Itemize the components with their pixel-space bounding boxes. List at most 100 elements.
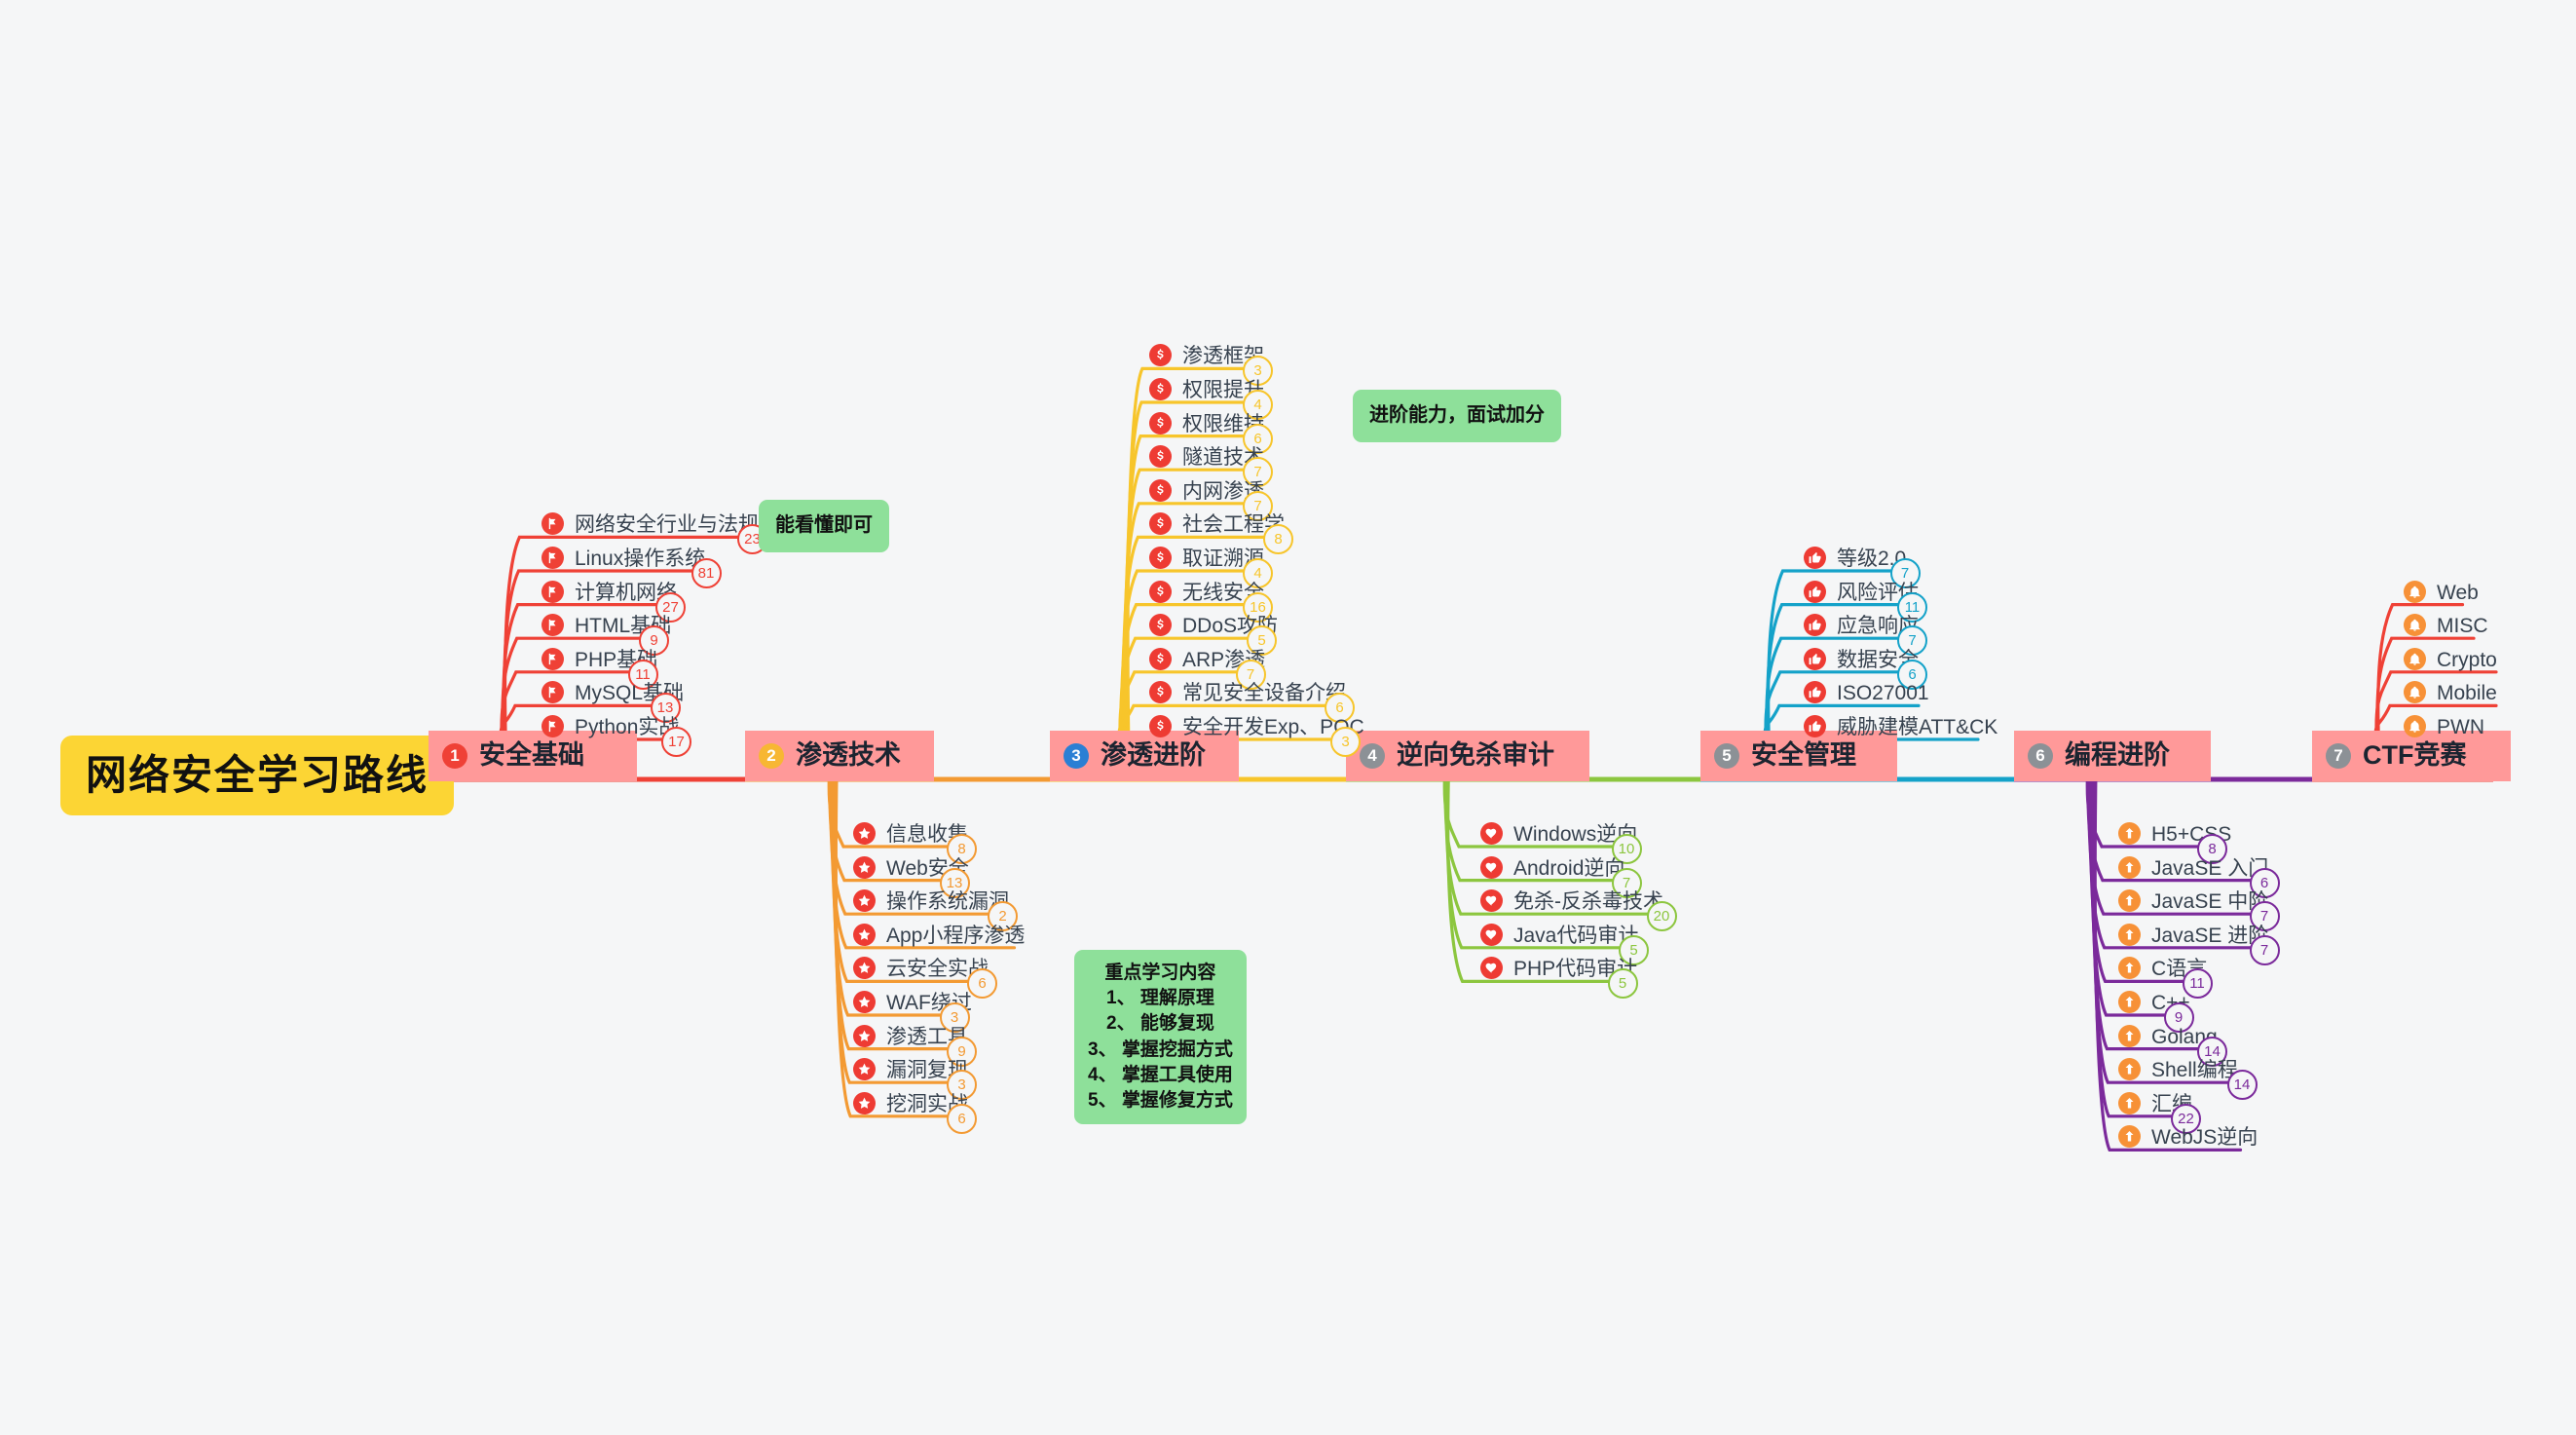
leaf-count-badge: 3: [1330, 727, 1361, 757]
bell-icon: [2404, 580, 2426, 603]
bell-icon: [2404, 715, 2426, 737]
leaf-node[interactable]: JavaSE 进阶: [2118, 923, 2268, 946]
arrow-up-icon: [2118, 991, 2141, 1013]
leaf-node[interactable]: JavaSE 入门: [2118, 855, 2268, 879]
bell-icon: [2404, 681, 2426, 704]
branch-number-badge: 3: [1064, 742, 1089, 769]
sticky-note[interactable]: 进阶能力，面试加分: [1353, 390, 1561, 442]
branch-label: 渗透进阶: [1101, 740, 1206, 770]
star-icon: [853, 991, 876, 1013]
leaf-node[interactable]: Web: [2404, 580, 2479, 603]
arrow-up-icon: [2118, 1024, 2141, 1047]
arrow-up-icon: [2118, 822, 2141, 845]
heart-icon: [1480, 855, 1503, 879]
leaf-node[interactable]: JavaSE 中阶: [2118, 889, 2268, 913]
branch-label: 渗透技术: [796, 740, 901, 770]
leaf-label: Mobile: [2437, 682, 2497, 705]
flag-icon: [541, 715, 564, 737]
root-node[interactable]: 网络安全学习路线: [60, 736, 455, 816]
leaf-node[interactable]: 操作系统漏洞: [853, 889, 1009, 913]
leaf-node[interactable]: 威胁建模ATT&CK: [1804, 715, 1997, 737]
leaf-node[interactable]: Linux操作系统: [541, 547, 705, 569]
sticky-note[interactable]: 能看懂即可: [759, 500, 889, 552]
flag-icon: [541, 512, 564, 536]
leaf-count-badge: 7: [2249, 934, 2280, 965]
flag-icon: [541, 614, 564, 637]
branch-label: CTF竞赛: [2363, 740, 2467, 770]
branch-node-4[interactable]: 4 逆向免杀审计: [1346, 731, 1589, 781]
flag-icon: [541, 547, 564, 569]
bell-icon: [2404, 647, 2426, 670]
leaf-node[interactable]: 免杀-反杀毒技术: [1480, 889, 1663, 914]
dollar-icon: [1149, 445, 1172, 469]
star-icon: [853, 923, 876, 946]
leaf-count-badge: 14: [2226, 1070, 2258, 1101]
leaf-label: 免杀-反杀毒技术: [1513, 890, 1663, 914]
leaf-label: PWN: [2437, 716, 2484, 738]
leaf-count-badge: 6: [947, 1103, 977, 1134]
leaf-node[interactable]: WebJS逆向: [2118, 1125, 2259, 1150]
leaf-node[interactable]: PWN: [2404, 715, 2484, 737]
leaf-label: ISO27001: [1837, 682, 1929, 705]
arrow-up-icon: [2118, 1091, 2141, 1114]
leaf-node[interactable]: ISO27001: [1804, 681, 1929, 705]
leaf-node[interactable]: 等级2.0: [1804, 547, 1906, 569]
star-icon: [853, 1091, 876, 1114]
leaf-count-badge: 17: [661, 727, 691, 757]
leaf-node[interactable]: 网络安全行业与法规: [541, 512, 759, 536]
leaf-label: Linux操作系统: [575, 548, 706, 570]
thumbs-up-icon: [1804, 647, 1826, 670]
leaf-count-badge: 81: [691, 558, 722, 588]
star-icon: [853, 1024, 876, 1047]
branch-label: 逆向免杀审计: [1397, 740, 1554, 770]
arrow-up-icon: [2118, 855, 2141, 879]
leaf-node[interactable]: Mobile: [2404, 681, 2497, 705]
arrow-up-icon: [2118, 957, 2141, 980]
leaf-label: Android逆向: [1513, 856, 1625, 880]
branch-node-2[interactable]: 2 渗透技术: [745, 731, 934, 781]
leaf-node[interactable]: Python实战: [541, 715, 679, 737]
dollar-icon: [1149, 411, 1172, 434]
leaf-label: App小程序渗透: [886, 924, 1026, 947]
heart-icon: [1480, 923, 1503, 946]
leaf-count-badge: 20: [1646, 901, 1677, 932]
star-icon: [853, 1058, 876, 1081]
dollar-icon: [1149, 547, 1172, 569]
leaf-node[interactable]: App小程序渗透: [853, 923, 1026, 947]
arrow-up-icon: [2118, 923, 2141, 946]
flag-icon: [541, 647, 564, 670]
bell-icon: [2404, 614, 2426, 637]
heart-icon: [1480, 822, 1503, 845]
leaf-node[interactable]: Shell编程: [2118, 1058, 2238, 1082]
leaf-label: MISC: [2437, 615, 2488, 638]
dollar-icon: [1149, 647, 1172, 670]
star-icon: [853, 957, 876, 980]
dollar-icon: [1149, 681, 1172, 704]
leaf-node[interactable]: Crypto: [2404, 647, 2497, 670]
branch-label: 安全基础: [479, 740, 584, 770]
arrow-up-icon: [2118, 1125, 2141, 1149]
sticky-note[interactable]: 重点学习内容 1、 理解原理 2、 能够复现 3、 掌握挖掘方式 4、 掌握工具…: [1074, 950, 1247, 1125]
leaf-node[interactable]: Java代码审计: [1480, 923, 1638, 946]
dollar-icon: [1149, 614, 1172, 637]
heart-icon: [1480, 957, 1503, 980]
dollar-icon: [1149, 344, 1172, 367]
branch-label: 编程进阶: [2065, 740, 2170, 770]
star-icon: [853, 889, 876, 913]
star-icon: [853, 855, 876, 879]
thumbs-up-icon: [1804, 681, 1826, 704]
dollar-icon: [1149, 715, 1172, 737]
branch-node-6[interactable]: 6 编程进阶: [2014, 731, 2211, 781]
flag-icon: [541, 580, 564, 603]
leaf-count-badge: 5: [1607, 968, 1638, 1000]
star-icon: [853, 822, 876, 845]
leaf-label: 威胁建模ATT&CK: [1837, 716, 1998, 738]
leaf-node[interactable]: 常见安全设备介绍: [1149, 681, 1346, 704]
thumbs-up-icon: [1804, 614, 1826, 637]
leaf-label: WebJS逆向: [2151, 1126, 2259, 1150]
heart-icon: [1480, 889, 1503, 913]
leaf-node[interactable]: MISC: [2404, 614, 2488, 638]
dollar-icon: [1149, 580, 1172, 603]
leaf-node[interactable]: Android逆向: [1480, 855, 1625, 880]
leaf-label: Shell编程: [2151, 1059, 2238, 1082]
